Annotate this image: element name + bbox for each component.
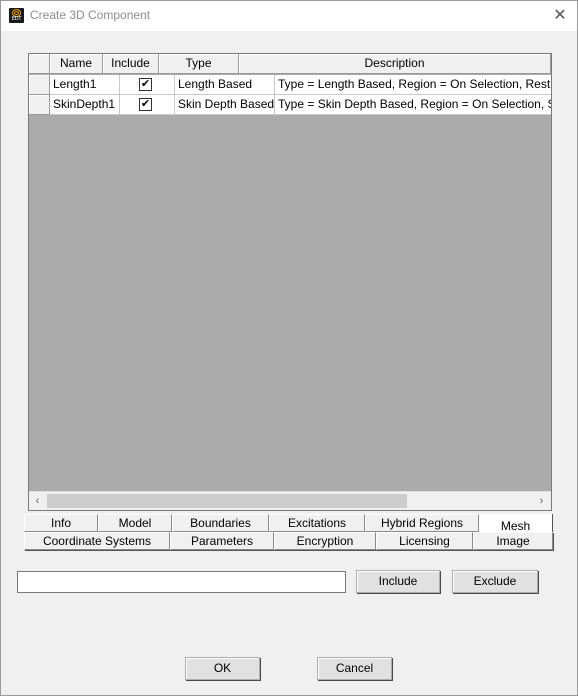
tab-parameters[interactable]: Parameters xyxy=(170,532,274,550)
table-row[interactable]: SkinDepth1 ✔ Skin Depth Based Type = Ski… xyxy=(29,95,551,115)
cell-type[interactable]: Length Based xyxy=(175,75,275,95)
window-title: Create 3D Component xyxy=(30,8,151,22)
horizontal-scrollbar[interactable]: ‹ › xyxy=(29,491,551,510)
tab-licensing[interactable]: Licensing xyxy=(376,532,473,550)
filter-input[interactable] xyxy=(17,571,346,593)
cell-include: ✔ xyxy=(120,75,175,95)
tab-image[interactable]: Image xyxy=(473,532,553,550)
create-3d-component-dialog: EDT Create 3D Component ✕ Name Include T… xyxy=(0,0,578,696)
include-checkbox[interactable]: ✔ xyxy=(139,98,152,111)
cell-description[interactable]: Type = Length Based, Region = On Selecti… xyxy=(275,75,551,95)
cell-description[interactable]: Type = Skin Depth Based, Region = On Sel… xyxy=(275,95,551,115)
cell-name[interactable]: Length1 xyxy=(50,75,120,95)
column-header-type[interactable]: Type xyxy=(159,54,239,74)
include-checkbox[interactable]: ✔ xyxy=(139,78,152,91)
cell-name[interactable]: SkinDepth1 xyxy=(50,95,120,115)
cell-type[interactable]: Skin Depth Based xyxy=(175,95,275,115)
tab-coordinate-systems[interactable]: Coordinate Systems xyxy=(24,532,170,550)
app-logo-icon: EDT xyxy=(9,8,24,23)
tab-encryption[interactable]: Encryption xyxy=(274,532,376,550)
tab-boundaries[interactable]: Boundaries xyxy=(172,514,269,532)
cell-include: ✔ xyxy=(120,95,175,115)
close-icon[interactable]: ✕ xyxy=(548,4,572,28)
tab-mesh[interactable]: Mesh xyxy=(479,514,552,534)
title-bar: EDT Create 3D Component ✕ xyxy=(1,1,577,31)
column-header-name[interactable]: Name xyxy=(50,54,103,74)
ok-button[interactable]: OK xyxy=(185,657,260,680)
mesh-grid: Name Include Type Description Length1 ✔ … xyxy=(28,53,552,511)
tab-model[interactable]: Model xyxy=(98,514,172,532)
column-header-include[interactable]: Include xyxy=(103,54,159,74)
column-header-description[interactable]: Description xyxy=(239,54,551,74)
scrollbar-thumb[interactable] xyxy=(47,494,407,508)
row-header[interactable] xyxy=(29,95,50,115)
scroll-left-icon[interactable]: ‹ xyxy=(29,492,46,510)
scroll-right-icon[interactable]: › xyxy=(533,492,550,510)
table-row[interactable]: Length1 ✔ Length Based Type = Length Bas… xyxy=(29,75,551,95)
tab-info[interactable]: Info xyxy=(24,514,98,532)
cancel-button[interactable]: Cancel xyxy=(317,657,392,680)
include-button[interactable]: Include xyxy=(356,570,440,593)
tab-hybrid-regions[interactable]: Hybrid Regions xyxy=(365,514,479,532)
grid-corner-header[interactable] xyxy=(29,54,50,74)
row-header[interactable] xyxy=(29,75,50,95)
exclude-button[interactable]: Exclude xyxy=(452,570,538,593)
app-logo-label: EDT xyxy=(11,16,22,22)
tab-excitations[interactable]: Excitations xyxy=(269,514,365,532)
app-logo-inner-ring xyxy=(14,11,19,15)
